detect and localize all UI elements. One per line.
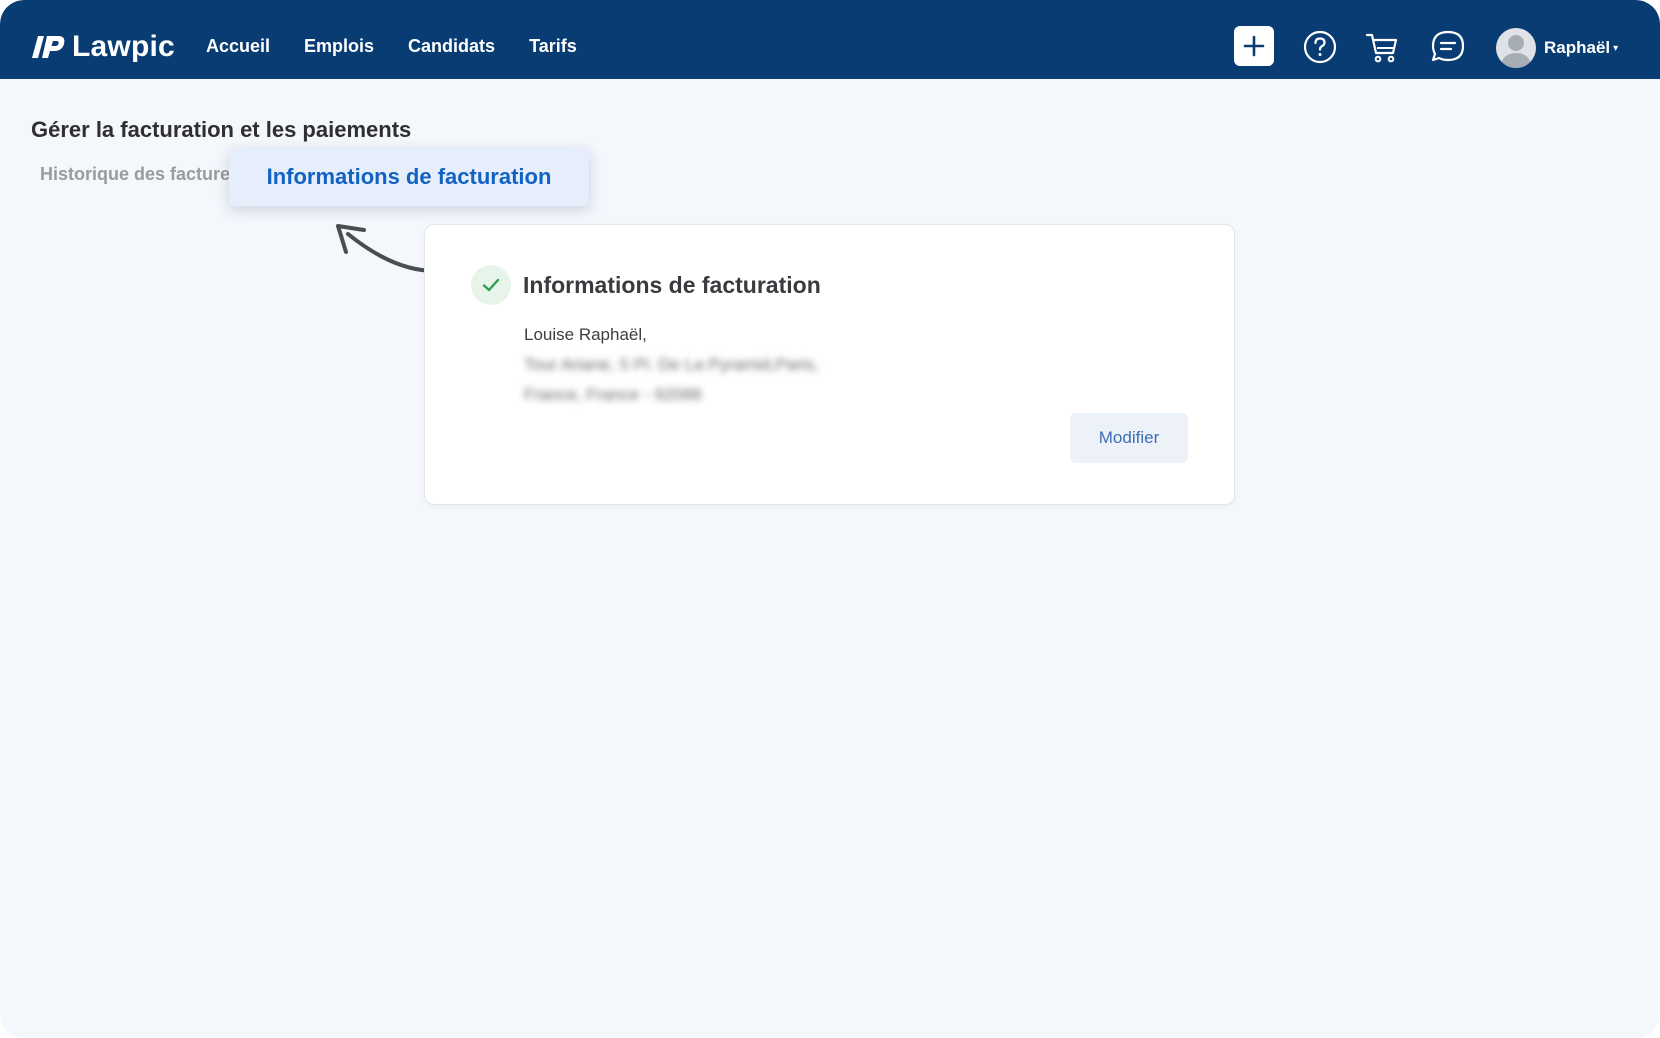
lawpic-logo-icon (32, 36, 65, 58)
verified-badge (471, 265, 511, 305)
billing-name: Louise Raphaël, (524, 325, 647, 344)
cart-icon[interactable] (1364, 29, 1400, 65)
tab-invoice-history[interactable]: Historique des factures (40, 164, 230, 185)
tab-billing-info[interactable]: Informations de facturation (229, 148, 589, 206)
top-navbar: Lawpic Accueil Emplois Candidats Tarifs (0, 0, 1660, 79)
nav-link-emplois[interactable]: Emplois (304, 36, 374, 57)
card-title: Informations de facturation (523, 272, 821, 298)
nav-link-accueil[interactable]: Accueil (206, 36, 270, 57)
app-frame: Lawpic Accueil Emplois Candidats Tarifs (0, 0, 1660, 1038)
nav-link-candidats[interactable]: Candidats (408, 36, 495, 57)
nav-actions: Raphaël ▾ (1210, 0, 1660, 79)
brand-name: Lawpic (72, 30, 175, 63)
help-icon[interactable] (1302, 29, 1338, 65)
main-nav: Accueil Emplois Candidats Tarifs (206, 36, 611, 57)
modify-button[interactable]: Modifier (1070, 413, 1188, 463)
chat-icon[interactable] (1430, 29, 1466, 65)
user-menu[interactable]: Raphaël ▾ (1544, 38, 1618, 58)
billing-address-line-1: Tour Ariane, 5 Pl. De La Pyramid,Paris, (524, 355, 819, 374)
user-avatar[interactable] (1496, 28, 1536, 68)
chevron-down-icon: ▾ (1613, 43, 1619, 54)
nav-link-tarifs[interactable]: Tarifs (529, 36, 577, 57)
billing-info-card: Informations de facturation Louise Rapha… (424, 224, 1235, 505)
page-title: Gérer la facturation et les paiements (31, 117, 412, 142)
billing-address-line-2: France, France - 92088 (524, 385, 702, 404)
user-name-label: Raphaël (1544, 38, 1611, 57)
user-avatar-icon (1500, 35, 1532, 68)
plus-icon (1243, 35, 1265, 57)
create-button[interactable] (1234, 26, 1274, 66)
check-icon (482, 278, 500, 292)
brand-logo[interactable]: Lawpic (32, 30, 175, 64)
